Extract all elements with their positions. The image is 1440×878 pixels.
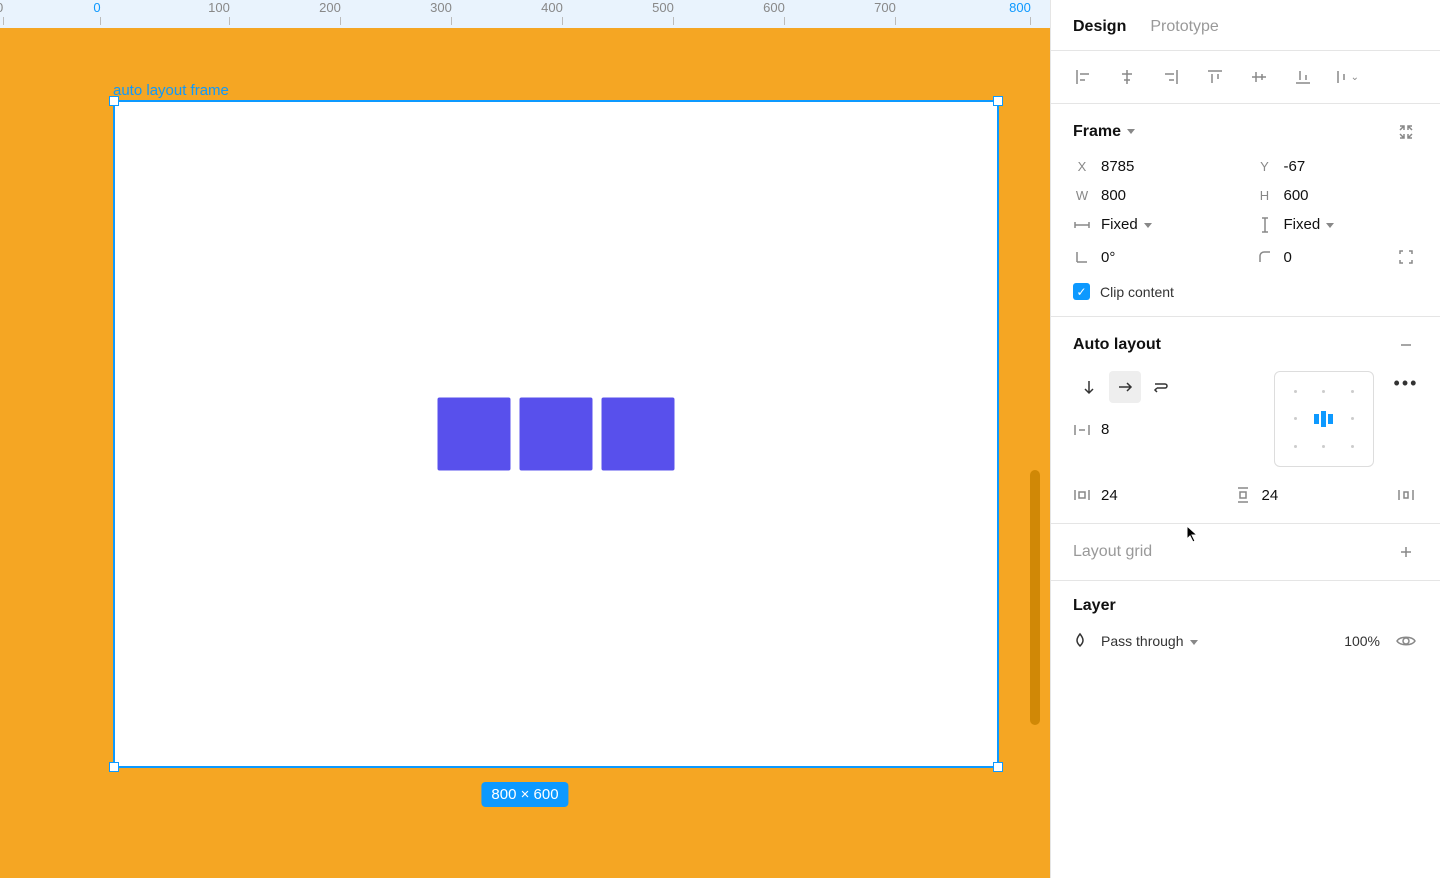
auto-layout-section: Auto layout 8 ••• 24 24 [1051,317,1440,524]
height-mode-dropdown[interactable]: Fixed [1256,216,1419,233]
corner-radius-input[interactable]: 0 [1256,245,1419,269]
layer-title: Layer [1073,597,1116,615]
add-layout-grid-icon[interactable] [1394,540,1418,564]
scrollbar-vertical[interactable] [1030,470,1040,725]
alignment-center-indicator [1310,405,1339,432]
height-input[interactable]: H600 [1256,187,1419,204]
individual-corners-icon[interactable] [1394,245,1418,269]
frame-type-dropdown[interactable]: Frame [1073,123,1135,141]
frame-section: Frame X8785 Y-67 W800 H600 Fixed Fixed 0… [1051,104,1440,317]
padding-vertical-input[interactable]: 24 [1234,486,1375,504]
align-bottom-icon[interactable] [1291,65,1315,89]
remove-auto-layout-icon[interactable] [1394,333,1418,357]
child-rect[interactable] [438,398,511,471]
align-vcenter-icon[interactable] [1247,65,1271,89]
direction-vertical-button[interactable] [1073,371,1105,403]
align-right-icon[interactable] [1159,65,1183,89]
ruler-horizontal: 00 0 100 200 300 400 500 600 700 800 [0,0,1050,28]
resize-to-fit-icon[interactable] [1394,120,1418,144]
panel-tabs: Design Prototype [1051,0,1440,51]
layout-grid-title: Layout grid [1073,543,1152,561]
gap-input[interactable]: 8 [1073,421,1254,438]
clip-content-checkbox[interactable]: ✓ [1073,283,1090,300]
corner-radius-icon [1256,250,1274,264]
width-mode-dropdown[interactable]: Fixed [1073,216,1236,233]
blend-mode-dropdown[interactable]: Pass through [1101,633,1198,649]
width-input[interactable]: W800 [1073,187,1236,204]
x-position[interactable]: X8785 [1073,158,1236,175]
opacity-input[interactable]: 100% [1344,633,1380,649]
clip-content-label: Clip content [1100,284,1174,300]
frame-label[interactable]: auto layout frame [113,82,229,99]
visibility-toggle-icon[interactable] [1394,629,1418,653]
blend-mode-icon [1073,632,1087,651]
selected-frame[interactable] [113,100,999,768]
align-top-icon[interactable] [1203,65,1227,89]
horizontal-resize-icon [1073,219,1091,231]
individual-padding-icon[interactable] [1394,483,1418,507]
padding-v-icon [1234,486,1252,504]
resize-handle-tr[interactable] [993,96,1003,106]
resize-handle-bl[interactable] [109,762,119,772]
distribute-icon[interactable]: ⌄ [1335,65,1359,89]
auto-layout-title: Auto layout [1073,336,1161,354]
canvas-area[interactable]: 00 0 100 200 300 400 500 600 700 800 aut… [0,0,1050,878]
tab-prototype[interactable]: Prototype [1150,18,1218,36]
vertical-resize-icon [1256,217,1274,233]
rotation-input[interactable]: 0° [1073,245,1236,269]
resize-handle-br[interactable] [993,762,1003,772]
align-hcenter-icon[interactable] [1115,65,1139,89]
dimensions-badge: 800 × 600 [481,782,568,807]
gap-icon [1073,423,1091,437]
auto-layout-more-icon[interactable]: ••• [1394,371,1418,395]
y-position[interactable]: Y-67 [1256,158,1419,175]
angle-icon [1073,250,1091,264]
layer-section: Layer Pass through 100% [1051,581,1440,669]
properties-panel: Design Prototype ⌄ Frame X8785 Y-67 W800… [1050,0,1440,878]
resize-handle-tl[interactable] [109,96,119,106]
tab-design[interactable]: Design [1073,18,1126,36]
direction-wrap-button[interactable] [1145,371,1177,403]
padding-horizontal-input[interactable]: 24 [1073,487,1214,504]
child-rect[interactable] [602,398,675,471]
padding-h-icon [1073,488,1091,502]
alignment-controls: ⌄ [1051,51,1440,104]
frame-children [438,398,675,471]
layout-grid-section: Layout grid [1051,524,1440,581]
align-left-icon[interactable] [1071,65,1095,89]
alignment-grid[interactable] [1274,371,1374,467]
direction-horizontal-button[interactable] [1109,371,1141,403]
child-rect[interactable] [520,398,593,471]
